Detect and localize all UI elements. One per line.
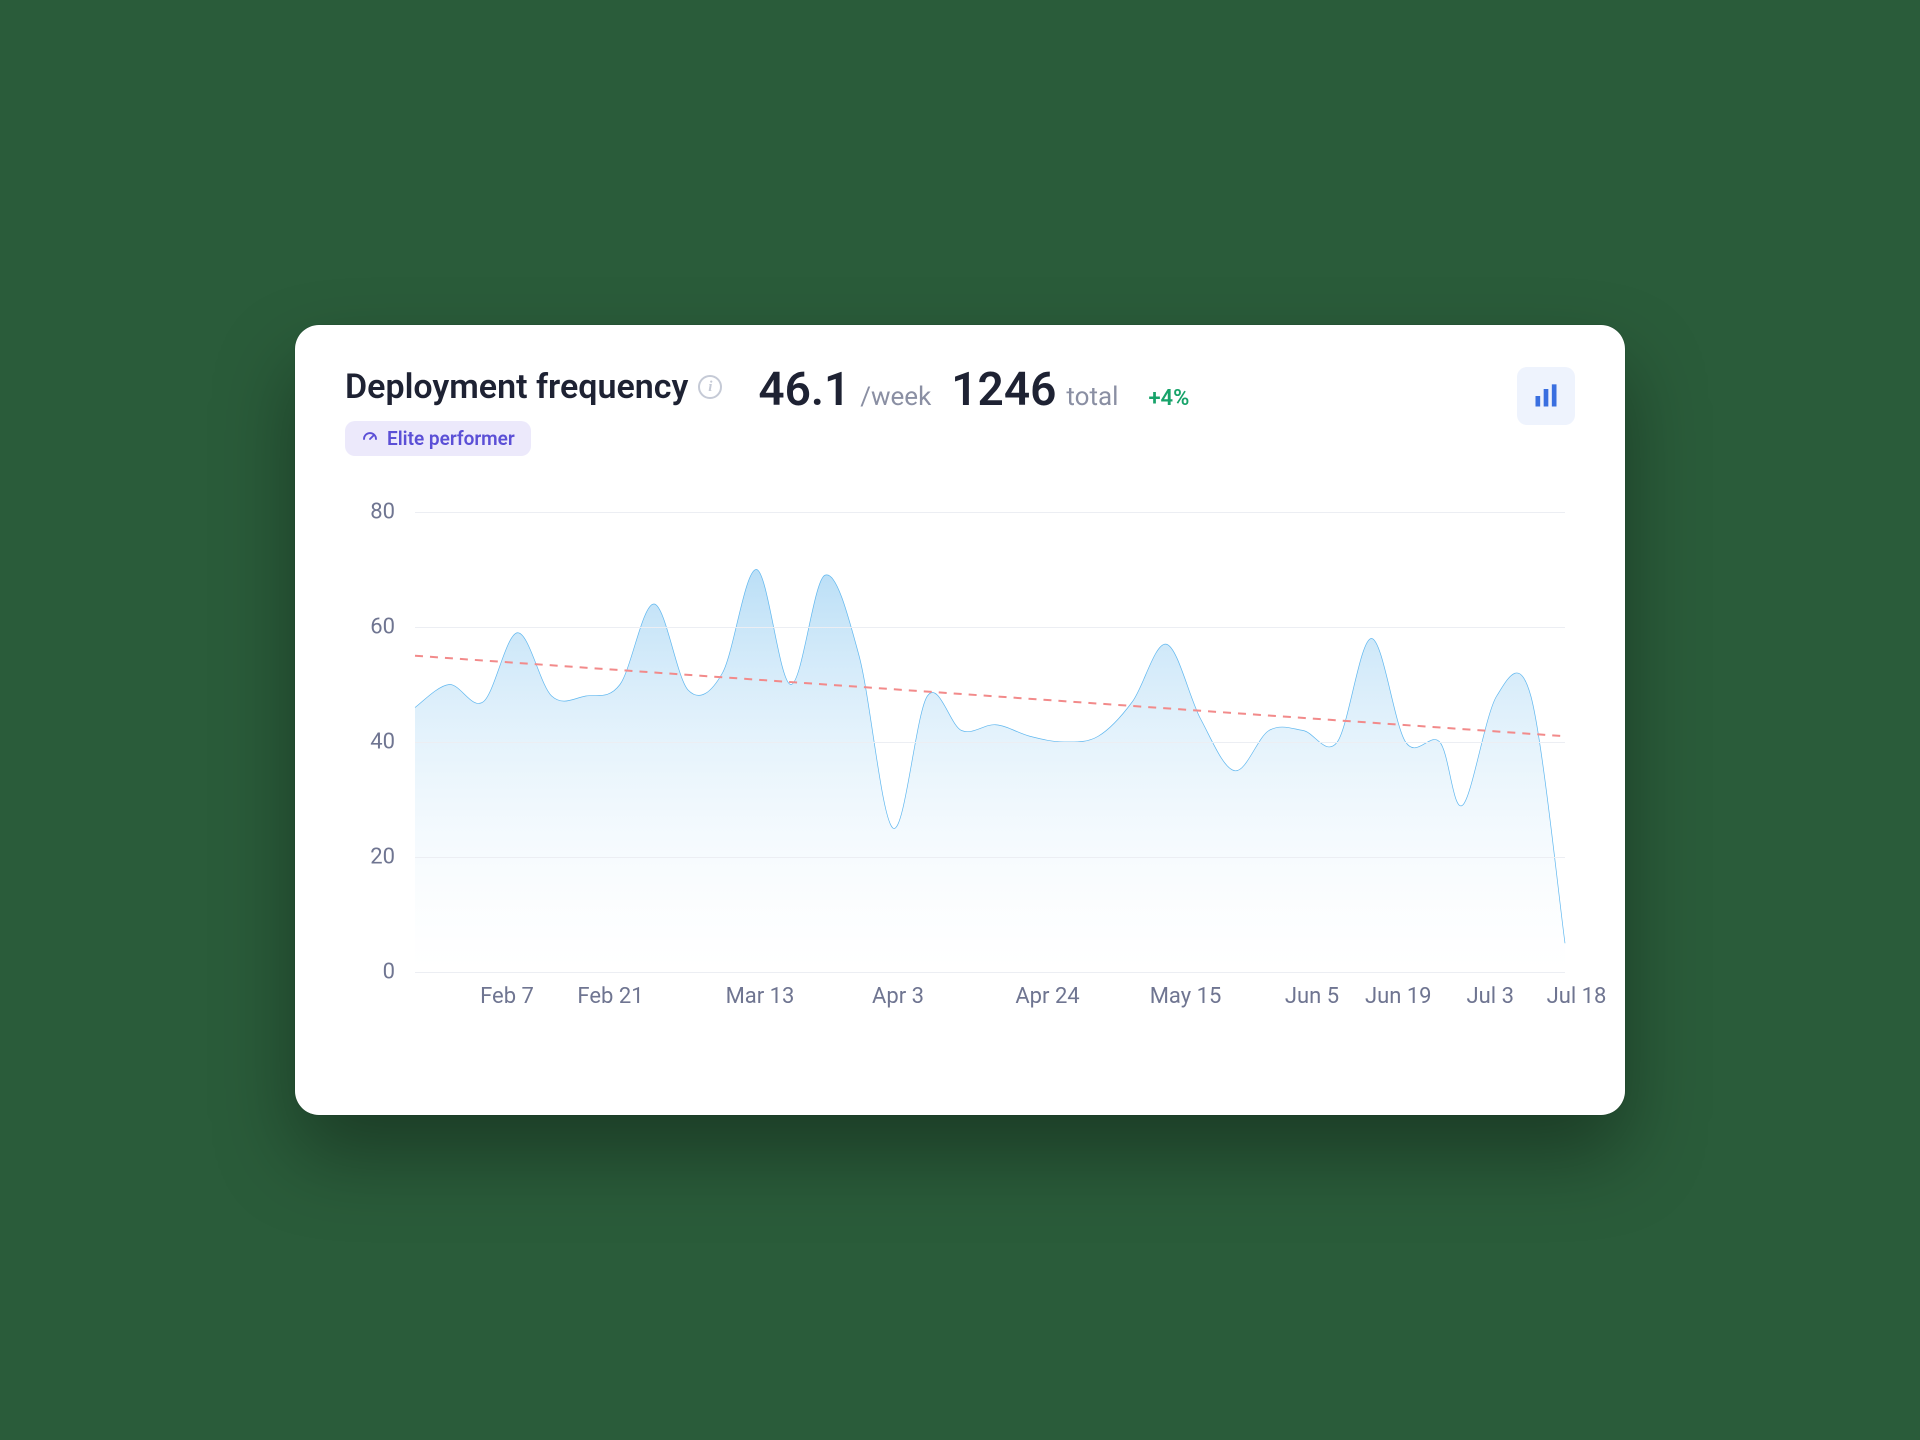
x-tick: Jul 18	[1547, 984, 1607, 1009]
x-tick: Mar 13	[726, 984, 795, 1009]
area-fill	[415, 569, 1565, 972]
card-title: Deployment frequency	[345, 367, 688, 407]
gridline	[415, 627, 1565, 628]
chart-type-toggle[interactable]	[1517, 367, 1575, 425]
y-tick: 60	[370, 615, 395, 640]
metric-card: Deployment frequency i Elite performer 4…	[295, 325, 1625, 1115]
metric-delta: +4%	[1148, 386, 1189, 411]
badge-label: Elite performer	[387, 427, 515, 450]
chart-area: 020406080 Feb 7Feb 21Mar 13Apr 3Apr 24Ma…	[345, 512, 1575, 1052]
x-tick: Feb 21	[577, 984, 643, 1009]
metric-rate-unit: /week	[860, 382, 931, 412]
gridline	[415, 972, 1565, 973]
x-tick: Jun 19	[1365, 984, 1432, 1009]
y-tick: 20	[370, 845, 395, 870]
info-icon[interactable]: i	[698, 375, 722, 399]
x-tick: Apr 24	[1015, 984, 1079, 1009]
metric-total-unit: total	[1066, 382, 1118, 412]
title-block: Deployment frequency i Elite performer	[345, 367, 722, 456]
card-header: Deployment frequency i Elite performer 4…	[345, 367, 1575, 456]
performance-badge: Elite performer	[345, 421, 531, 456]
metrics-row: 46.1 /week 1246 total +4%	[758, 367, 1189, 413]
x-tick: Apr 3	[872, 984, 924, 1009]
metric-rate-value: 46.1	[758, 363, 850, 417]
gridline	[415, 857, 1565, 858]
y-tick: 0	[383, 960, 395, 985]
y-axis: 020406080	[345, 512, 405, 972]
metric-total: 1246 total	[951, 367, 1118, 413]
metric-rate: 46.1 /week	[758, 367, 931, 413]
y-tick: 40	[370, 730, 395, 755]
x-axis: Feb 7 Feb 21 Mar 13 Apr 3 Apr 24 May 15 Jun 5 J…	[415, 984, 1565, 1024]
x-tick: Jul 3	[1467, 984, 1514, 1009]
x-tick: May 15	[1150, 984, 1222, 1009]
gauge-icon	[361, 427, 379, 450]
bar-chart-icon	[1532, 382, 1560, 410]
x-tick: Feb 7	[480, 984, 534, 1009]
gridline	[415, 742, 1565, 743]
title-row: Deployment frequency i	[345, 367, 722, 407]
y-tick: 80	[370, 500, 395, 525]
x-tick: Jun 5	[1285, 984, 1339, 1009]
metric-total-value: 1246	[951, 363, 1056, 417]
gridline	[415, 512, 1565, 513]
